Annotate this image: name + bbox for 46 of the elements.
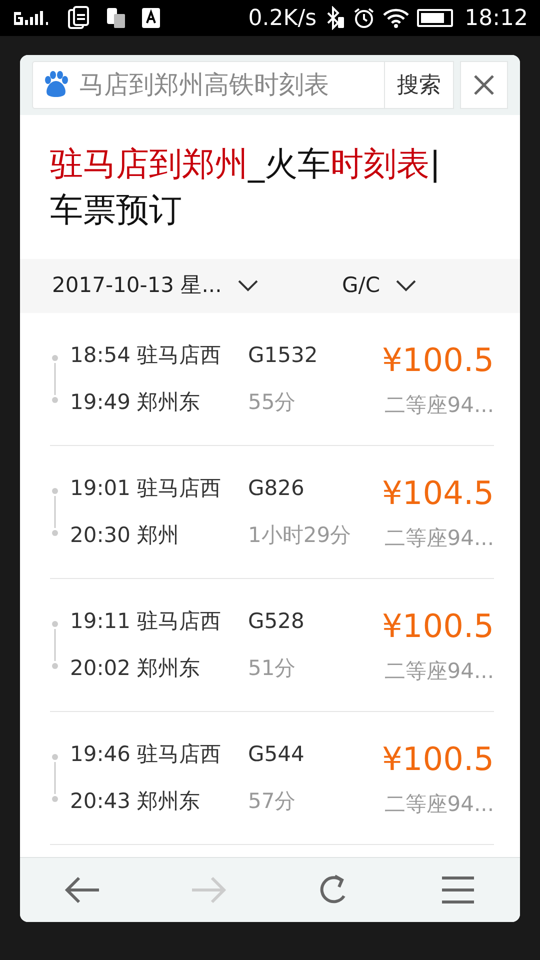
departure-info: 19:11 驻马店西 [70,608,222,634]
battery-icon [416,9,453,27]
chevron-down-icon [396,280,416,292]
arrival-info: 19:49 郑州东 [70,389,202,416]
ticket-price: ¥100.5 [382,340,494,382]
filter-dropdown[interactable]: 2017-10-13 星... [52,270,342,302]
train-number: G544 [248,740,306,768]
text-icon [142,8,160,28]
arrival-info: 20:30 郑州 [70,522,180,549]
travel-duration: 51分 [248,655,297,682]
departure-info: 19:01 驻马店西 [70,474,222,502]
ticket-price: ¥104.5 [382,473,494,514]
train-number: G826 [248,474,306,502]
search-button[interactable]: 搜索 [385,61,454,109]
wifi-icon [382,8,409,28]
train-number: G1532 [248,342,319,368]
search-field[interactable]: 马店到郑州高铁时刻表 [32,61,385,109]
chevron-down-icon [238,280,258,292]
train-number: G528 [248,608,306,634]
ticket-price: ¥100.5 [382,739,494,780]
route-line-icon [50,620,60,670]
bluetooth-icon [324,6,345,30]
seat-info: 二等座94... [384,658,494,686]
clipboard-icon [106,7,126,29]
travel-duration: 57分 [248,788,297,815]
ticket-price: ¥100.5 [382,606,494,648]
travel-duration: 55分 [248,389,297,416]
route-line-icon [50,487,60,537]
filter-dropdown[interactable]: G/C [342,270,416,302]
arrival-info: 20:02 郑州东 [70,655,202,682]
seat-info: 二等座94... [384,791,494,818]
network-speed: 0.2K/s [248,4,317,32]
close-button[interactable] [460,61,508,109]
route-line-icon [50,753,60,803]
departure-info: 19:46 驻马店西 [70,740,222,768]
alarm-icon [352,7,375,29]
route-line-icon [50,354,60,404]
departure-info: 18:54 驻马店西 [70,342,222,368]
seat-info: 二等座94... [384,525,494,552]
travel-duration: 1小时29分 [248,522,352,549]
clock-time: 18:12 [464,4,528,32]
close-icon [473,74,495,96]
arrival-info: 20:43 郑州东 [70,788,202,815]
document-icon [68,6,90,30]
seat-info: 二等座94... [384,392,494,420]
page-title: 驻马店到郑州_火车时刻表|车票预订 [49,143,442,231]
